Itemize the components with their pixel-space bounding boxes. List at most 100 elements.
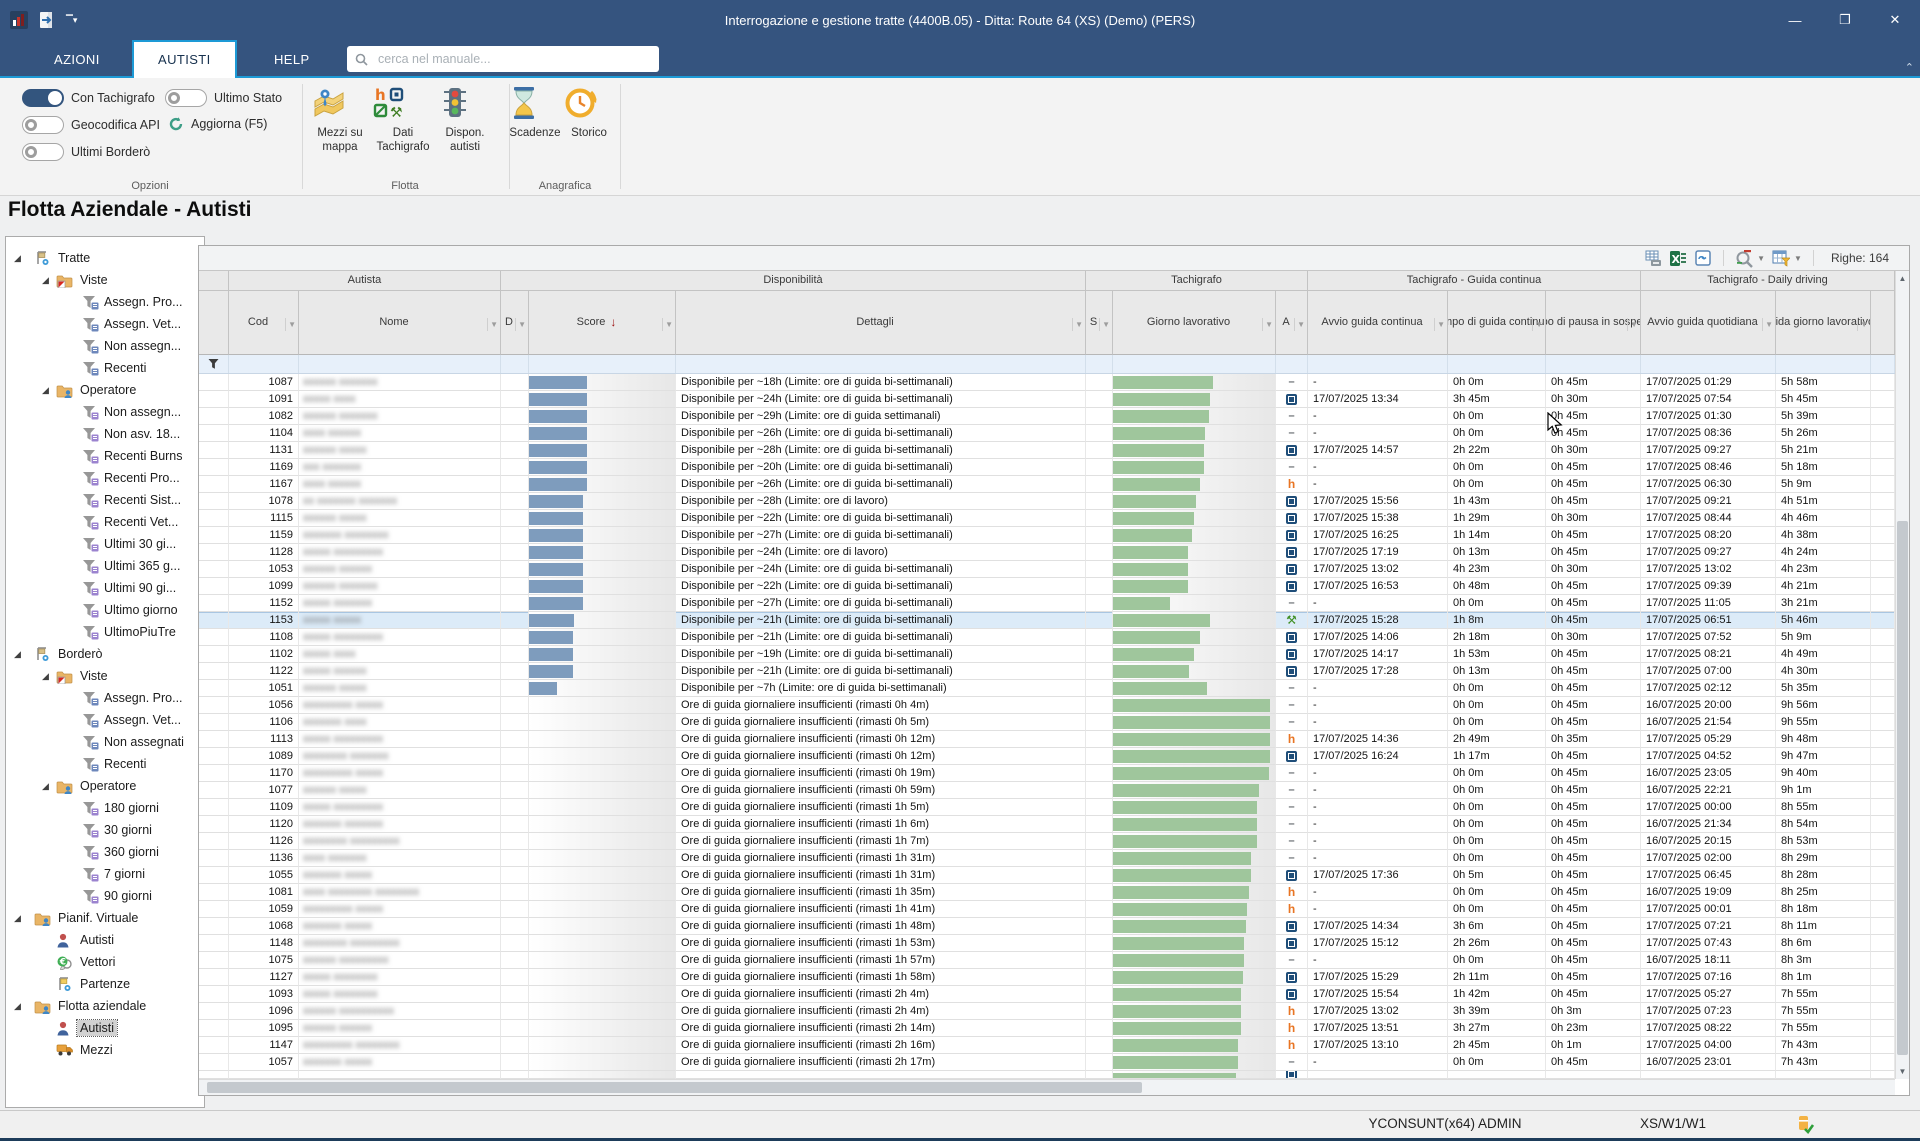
filter-cell-gg[interactable]: [1776, 355, 1871, 373]
toggle-switch-icon[interactable]: [165, 89, 207, 107]
table-row[interactable]: 1077xxxxxx xxxxxOre di guida giornaliere…: [199, 782, 1895, 799]
column-filter-icon[interactable]: ▼: [1072, 318, 1083, 331]
column-header-det[interactable]: Dettagli▼: [676, 291, 1086, 355]
tree-item-non-assegn[interactable]: Non assegn...: [6, 401, 204, 423]
table-row[interactable]: 1075xxxxxx xxxxxxxxxOre di guida giornal…: [199, 952, 1895, 969]
column-header-tg[interactable]: Tempo di guida continua▼: [1448, 291, 1546, 355]
vertical-scrollbar[interactable]: ▲ ▼: [1895, 271, 1909, 1079]
table-row[interactable]: 1136xxxx xxxxxxxOre di guida giornaliere…: [199, 850, 1895, 867]
toggle-switch-icon[interactable]: [22, 143, 64, 161]
table-row[interactable]: 1106xxxxxxx xxxxOre di guida giornaliere…: [199, 714, 1895, 731]
table-row[interactable]: 1059xxxxxxxxx xxxxxOre di guida giornali…: [199, 901, 1895, 918]
tree-item-ultimi-30-gi[interactable]: Ultimi 30 gi...: [6, 533, 204, 555]
table-row[interactable]: 1113xxxxx xxxxxxxxxOre di guida giornali…: [199, 731, 1895, 748]
tree-item-viste[interactable]: ◢Viste: [6, 665, 204, 687]
expand-arrow-icon[interactable]: ◢: [42, 275, 49, 286]
table-row[interactable]: 1122xxxxx xxxxxxDisponibile per ~21h (Li…: [199, 663, 1895, 680]
tree-item-pianif-virtuale[interactable]: ◢Pianif. Virtuale: [6, 907, 204, 929]
table-row[interactable]: 1104xxxx xxxxxxDisponibile per ~26h (Lim…: [199, 425, 1895, 442]
column-chooser-icon[interactable]: [1772, 249, 1790, 267]
filter-cell-s[interactable]: [1086, 355, 1113, 373]
filter-cell-tg[interactable]: [1448, 355, 1546, 373]
scadenze-button[interactable]: Scadenze: [508, 86, 562, 140]
table-row[interactable]: 1057xxxxxxx xxxxxOre di guida giornalier…: [199, 1054, 1895, 1071]
manual-search-box[interactable]: [347, 46, 659, 72]
tree-item-tratte[interactable]: ◢Tratte: [6, 247, 204, 269]
tree-item-non-assegnati[interactable]: Non assegnati: [6, 731, 204, 753]
tree-item-viste[interactable]: ◢Viste: [6, 269, 204, 291]
table-row[interactable]: 1053xxxxxx xxxxxxDisponibile per ~24h (L…: [199, 561, 1895, 578]
column-header-cod[interactable]: Cod▼: [229, 291, 299, 355]
expand-arrow-icon[interactable]: ◢: [42, 671, 49, 682]
tree-item-partenze[interactable]: Partenze: [6, 973, 204, 995]
horizontal-scroll-thumb[interactable]: [207, 1082, 1142, 1093]
filter-cell-aq[interactable]: [1641, 355, 1776, 373]
tree-item-non-asv-18[interactable]: Non asv. 18...: [6, 423, 204, 445]
column-filter-icon[interactable]: ▼: [1857, 318, 1868, 331]
column-header-score[interactable]: Score↓▼: [529, 291, 676, 355]
table-row[interactable]: 1152xxxxx xxxxxxxDisponibile per ~27h (L…: [199, 595, 1895, 612]
table-row[interactable]: 1109xxxxx xxxxxxxxxOre di guida giornali…: [199, 799, 1895, 816]
filter-cell-cod[interactable]: [229, 355, 299, 373]
search-zoom-icon[interactable]: [1735, 249, 1753, 267]
expand-arrow-icon[interactable]: ◢: [42, 781, 49, 792]
table-row[interactable]: 1093xxxxx xxxxxxxxOre di guida giornalie…: [199, 986, 1895, 1003]
maximize-button[interactable]: ❐: [1820, 0, 1870, 40]
exit-icon[interactable]: [38, 11, 56, 29]
expand-arrow-icon[interactable]: ◢: [14, 649, 21, 660]
table-row[interactable]: 1087xxxxxx xxxxxxxDisponibile per ~18h (…: [199, 374, 1895, 391]
tab-help[interactable]: HELP: [250, 42, 334, 78]
filter-cell-score[interactable]: [529, 355, 676, 373]
tree-item-assegn-pro[interactable]: Assegn. Pro...: [6, 291, 204, 313]
toggle-ultimi-bordero[interactable]: Ultimi Borderò: [22, 143, 150, 161]
layout-export-icon[interactable]: [1694, 249, 1712, 267]
tree-item-non-assegn[interactable]: Non assegn...: [6, 335, 204, 357]
table-row[interactable]: 1170xxxxxxxxx xxxxxOre di guida giornali…: [199, 765, 1895, 782]
tree-item-assegn-pro[interactable]: Assegn. Pro...: [6, 687, 204, 709]
expand-arrow-icon[interactable]: ◢: [14, 253, 21, 264]
column-filter-icon[interactable]: ▼: [1099, 318, 1110, 331]
tree-item-autisti[interactable]: Autisti: [6, 929, 204, 951]
table-row[interactable]: 1167xxxx xxxxxxDisponibile per ~26h (Lim…: [199, 476, 1895, 493]
table-row[interactable]: 1055xxxxxxx xxxxxOre di guida giornalier…: [199, 867, 1895, 884]
table-row[interactable]: 1089xxxxxxxx xxxxxxxOre di guida giornal…: [199, 748, 1895, 765]
tree-item-ultimi-90-gi[interactable]: Ultimi 90 gi...: [6, 577, 204, 599]
table-row[interactable]: 1091xxxxx xxxxDisponibile per ~24h (Limi…: [199, 391, 1895, 408]
vertical-scroll-thumb[interactable]: [1897, 521, 1908, 1054]
table-row[interactable]: 1131xxxxxx xxxxxDisponibile per ~28h (Li…: [199, 442, 1895, 459]
toggle-switch-icon[interactable]: [22, 116, 64, 134]
table-row[interactable]: 1068xxxxxxx xxxxxOre di guida giornalier…: [199, 918, 1895, 935]
tree-item-7-giorni[interactable]: 7 giorni: [6, 863, 204, 885]
app-icon[interactable]: [10, 11, 28, 29]
filter-cell-nome[interactable]: [299, 355, 501, 373]
filter-cell-edge[interactable]: [1871, 355, 1895, 373]
table-row[interactable]: 1127xxxxx xxxxxxxxOre di guida giornalie…: [199, 969, 1895, 986]
column-header-nome[interactable]: Nome▼: [299, 291, 501, 355]
tree-item-recenti-burns[interactable]: Recenti Burns: [6, 445, 204, 467]
filter-cell-ac[interactable]: [1308, 355, 1448, 373]
close-button[interactable]: ✕: [1870, 0, 1920, 40]
table-row[interactable]: 1108xxxxx xxxxxxxxxDisponibile per ~21h …: [199, 629, 1895, 646]
table-row[interactable]: 1148xxxxxxxx xxxxxxxxxOre di guida giorn…: [199, 935, 1895, 952]
table-row[interactable]: 1115xxxxxx xxxxxDisponibile per ~22h (Li…: [199, 510, 1895, 527]
column-header-aq[interactable]: Avvio guida quotidiana▼: [1641, 291, 1776, 355]
mezzi-su-mappa-button[interactable]: Mezzi sumappa: [312, 86, 368, 154]
table-row[interactable]: 1078xx xxxxxxx xxxxxxxDisponibile per ~2…: [199, 493, 1895, 510]
zoom-dropdown-icon[interactable]: ▼: [1757, 254, 1765, 263]
column-filter-icon[interactable]: ▼: [662, 318, 673, 331]
tree-item-recenti-pro[interactable]: Recenti Pro...: [6, 467, 204, 489]
tab-azioni[interactable]: AZIONI: [30, 42, 124, 78]
tree-item-ultimi-365-g[interactable]: Ultimi 365 g...: [6, 555, 204, 577]
toggle-switch-icon[interactable]: [22, 89, 64, 107]
table-row[interactable]: 1128xxxxx xxxxxxxxxDisponibile per ~24h …: [199, 544, 1895, 561]
filter-cell-gutter[interactable]: [199, 355, 229, 373]
table-row[interactable]: 1095xxxxxx xxxxxxOre di guida giornalier…: [199, 1020, 1895, 1037]
column-filter-icon[interactable]: ▼: [487, 318, 498, 331]
tree-item-recenti-sist[interactable]: Recenti Sist...: [6, 489, 204, 511]
table-row[interactable]: 1099xxxxxx xxxxxxxDisponibile per ~22h (…: [199, 578, 1895, 595]
tree-item-ultimo-giorno[interactable]: Ultimo giorno: [6, 599, 204, 621]
tree-item-90-giorni[interactable]: 90 giorni: [6, 885, 204, 907]
disponibilita-autisti-button[interactable]: Dispon.autisti: [438, 86, 492, 154]
tree-item-ultimopiutre[interactable]: UltimoPiuTre: [6, 621, 204, 643]
tree-item-recenti[interactable]: Recenti: [6, 753, 204, 775]
